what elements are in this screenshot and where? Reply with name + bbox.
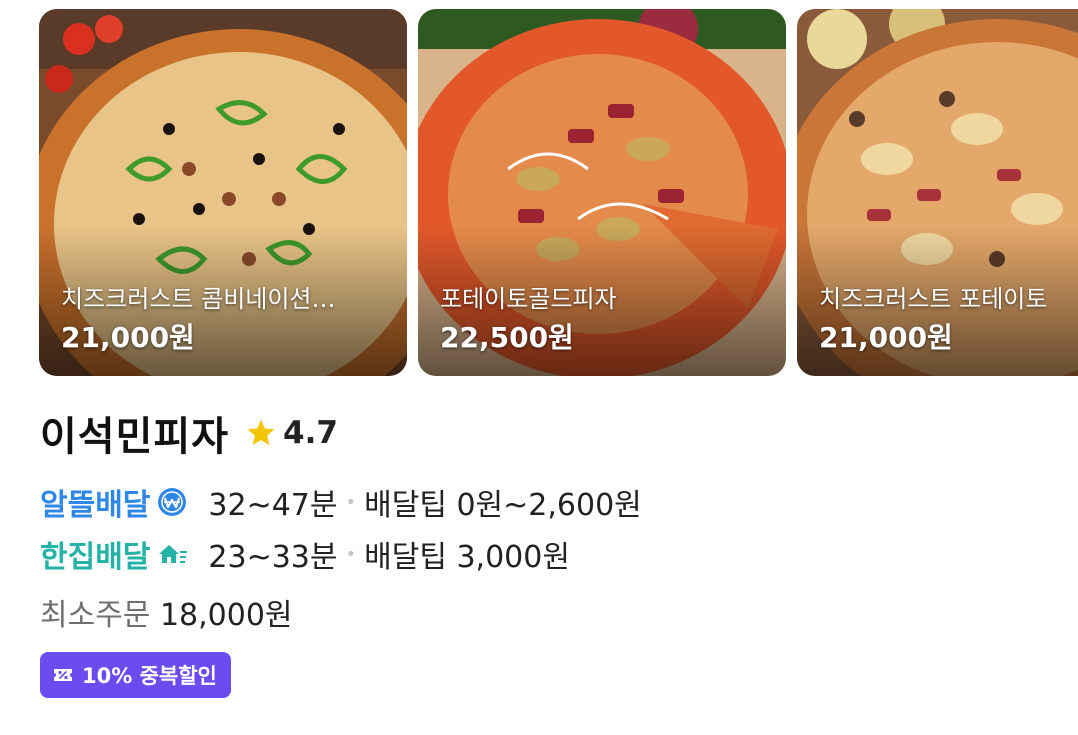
delivery-type-label: 알뜰배달 [40, 488, 151, 523]
delivery-tip: 배달팁 3,000원 [364, 540, 570, 575]
coupon-text: 10% 중복할인 [82, 664, 217, 688]
delivery-time: 32~47분 [208, 488, 338, 523]
min-order: 최소주문 18,000원 [40, 590, 293, 634]
menu-card[interactable]: 포테이토골드피자 22,500원 [418, 9, 786, 376]
store-name: 이석민피자 [40, 414, 229, 460]
separator-dot: • [345, 543, 357, 565]
won-check-badge-icon [158, 488, 187, 516]
delivery-time: 23~33분 [208, 540, 338, 575]
delivery-type-label: 한집배달 [40, 540, 151, 575]
menu-item-price: 22,500원 [440, 321, 574, 354]
discount-coupon-badge[interactable]: 10% 중복할인 [40, 652, 231, 698]
menu-item-price: 21,000원 [819, 321, 953, 354]
menu-item-name: 치즈크러스트 콤비네이션… [61, 285, 336, 313]
menu-item-name: 포테이토골드피자 [440, 285, 617, 313]
menu-carousel[interactable]: 치즈크러스트 콤비네이션… 21,000원 포테이토골드피자 22,500원 치… [0, 0, 1078, 390]
menu-card[interactable]: 치즈크러스트 포테이토 21,000원 [797, 9, 1078, 376]
min-order-value: 18,000원 [159, 598, 293, 633]
star-icon [247, 419, 275, 445]
menu-card[interactable]: 치즈크러스트 콤비네이션… 21,000원 [39, 9, 407, 376]
min-order-label: 최소주문 [40, 598, 151, 633]
house-speed-icon [159, 545, 188, 563]
store-header: 이석민피자 4.7 [40, 404, 338, 462]
delivery-option-single[interactable]: 한집배달 23~33분 • 배달팁 3,000원 [40, 532, 570, 576]
store-rating: 4.7 [283, 415, 338, 451]
menu-item-price: 21,000원 [61, 321, 195, 354]
separator-dot: • [345, 491, 357, 513]
delivery-option-economy[interactable]: 알뜰배달 32~47분 • 배달팁 0원~2,600원 [40, 480, 642, 524]
delivery-tip: 배달팁 0원~2,600원 [364, 488, 642, 523]
coupon-percent-icon [54, 669, 72, 681]
menu-item-name: 치즈크러스트 포테이토 [819, 285, 1048, 313]
